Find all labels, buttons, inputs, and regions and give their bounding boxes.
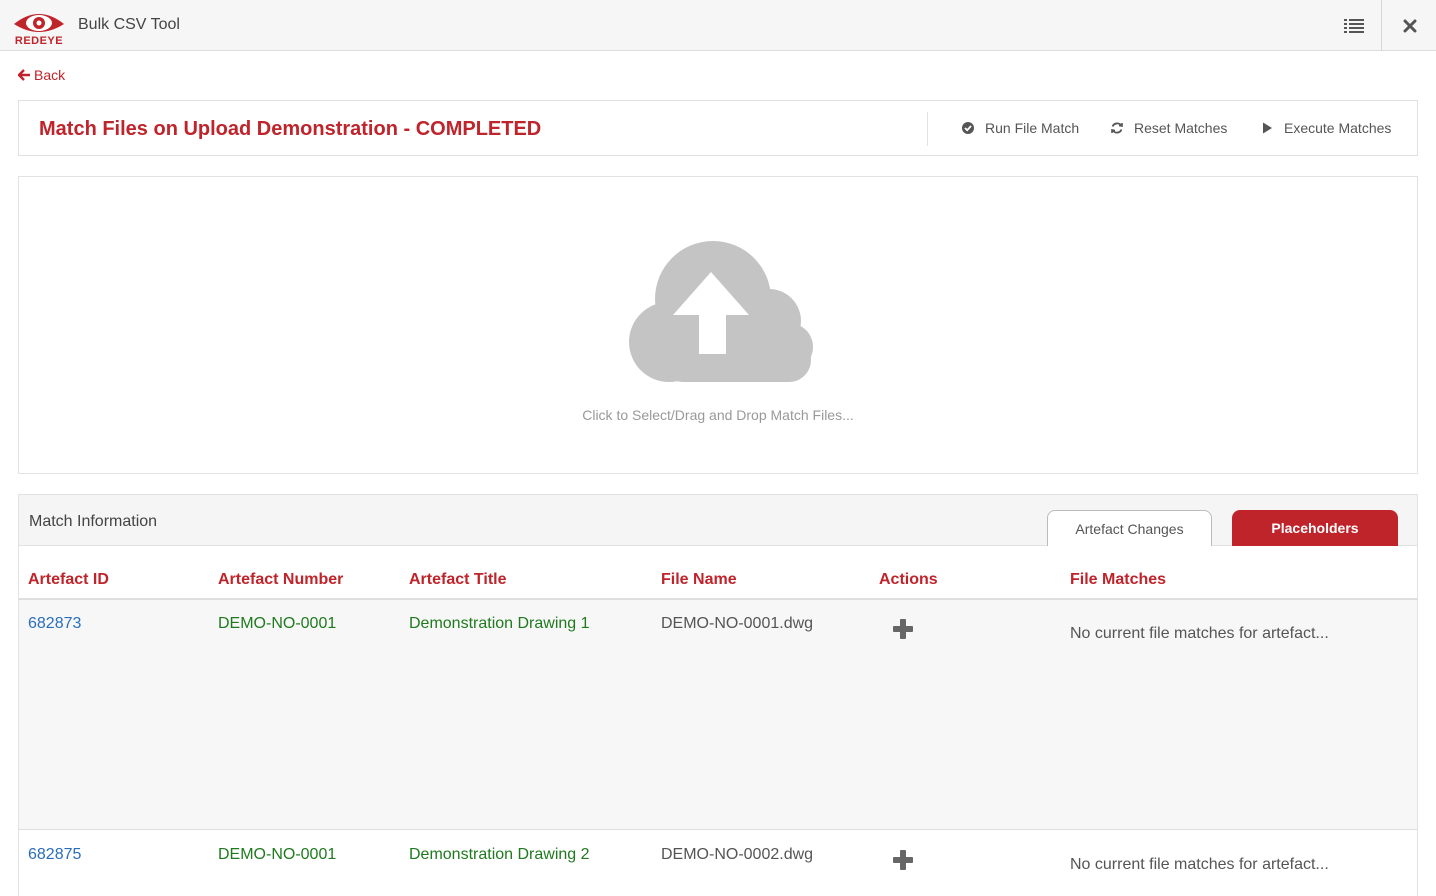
back-link[interactable]: Back	[18, 67, 65, 83]
artefact-number: DEMO-NO-0001	[218, 846, 337, 863]
artefact-title: Demonstration Drawing 2	[409, 846, 590, 863]
artefact-id-link[interactable]: 682873	[28, 615, 81, 633]
column-header-artefact-number[interactable]: Artefact Number	[218, 571, 343, 589]
add-match-button[interactable]	[891, 617, 915, 646]
match-panel-header: Match Information Artefact Changes Place…	[19, 495, 1417, 546]
file-dropzone[interactable]: Click to Select/Drag and Drop Match File…	[18, 176, 1418, 474]
table-row: 682875 DEMO-NO-0001 Demonstration Drawin…	[19, 831, 1417, 896]
artefact-number: DEMO-NO-0001	[218, 615, 337, 632]
svg-text:REDEYE: REDEYE	[15, 35, 63, 46]
reset-matches-button[interactable]: Reset Matches	[1110, 120, 1227, 136]
tab-artefact-changes[interactable]: Artefact Changes	[1047, 510, 1212, 546]
cloud-upload-icon	[629, 241, 813, 382]
refresh-icon	[1111, 122, 1123, 134]
redeye-logo: REDEYE	[12, 6, 66, 47]
list-icon	[1343, 18, 1364, 33]
play-icon	[1263, 122, 1272, 134]
match-panel-title: Match Information	[29, 513, 158, 530]
check-circle-icon	[962, 122, 974, 134]
back-label: Back	[34, 67, 66, 83]
file-matches-text: No current file matches for artefact...	[1070, 856, 1329, 873]
plus-icon	[893, 850, 913, 870]
page-title: Match Files on Upload Demonstration - CO…	[39, 118, 542, 140]
dropzone-text: Click to Select/Drag and Drop Match File…	[582, 407, 854, 423]
column-header-file-matches: File Matches	[1070, 571, 1167, 588]
artefact-title: Demonstration Drawing 1	[409, 615, 590, 632]
close-icon	[1403, 19, 1416, 32]
plus-icon	[893, 619, 913, 639]
execute-matches-button[interactable]: Execute Matches	[1260, 120, 1391, 136]
close-button[interactable]	[1383, 0, 1436, 51]
app-title: Bulk CSV Tool	[78, 16, 180, 33]
reset-matches-label: Reset Matches	[1134, 120, 1228, 136]
run-file-match-button[interactable]: Run File Match	[961, 120, 1079, 136]
run-file-match-label: Run File Match	[985, 120, 1080, 136]
table-row: 682873 DEMO-NO-0001 Demonstration Drawin…	[19, 600, 1417, 830]
artefact-id-link[interactable]: 682875	[28, 846, 81, 864]
file-matches-text: No current file matches for artefact...	[1070, 625, 1329, 642]
topbar-divider	[1381, 0, 1382, 51]
column-header-artefact-id[interactable]: Artefact ID	[28, 571, 109, 589]
tab-placeholders[interactable]: Placeholders	[1232, 510, 1398, 546]
column-header-actions: Actions	[879, 571, 938, 588]
add-match-button[interactable]	[891, 848, 915, 877]
file-name: DEMO-NO-0002.dwg	[661, 846, 814, 863]
match-information-panel: Match Information Artefact Changes Place…	[18, 494, 1418, 896]
header-panel: Match Files on Upload Demonstration - CO…	[18, 100, 1418, 156]
top-bar: REDEYE Bulk CSV Tool	[0, 0, 1436, 51]
column-header-artefact-title[interactable]: Artefact Title	[409, 571, 507, 589]
file-name: DEMO-NO-0001.dwg	[661, 615, 814, 632]
list-menu-button[interactable]	[1326, 0, 1381, 51]
header-separator	[927, 112, 928, 146]
arrow-left-icon	[18, 69, 30, 81]
execute-matches-label: Execute Matches	[1284, 120, 1392, 136]
column-header-file-name[interactable]: File Name	[661, 571, 737, 589]
